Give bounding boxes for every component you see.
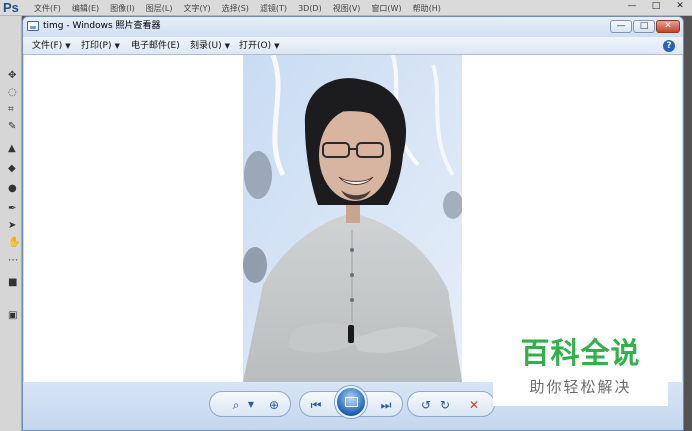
ps-close-button[interactable]: ✕ [668, 0, 692, 14]
maximize-button[interactable]: □ [633, 20, 655, 33]
menu-open[interactable]: 打开(O) ▼ [239, 40, 280, 52]
menu-open-label: 打开(O) [239, 41, 272, 51]
title-bar[interactable]: timg - Windows 照片查看器 — □ ✕ [23, 17, 683, 37]
zoom-icon[interactable]: ⌕ [228, 397, 244, 413]
chevron-down-icon: ▼ [114, 42, 120, 50]
quick-mask-icon[interactable]: ▣ [8, 311, 18, 321]
chevron-down-icon: ▼ [274, 42, 280, 50]
ps-menu-select[interactable]: 选择(S) [222, 4, 249, 14]
photoshop-toolbox: ✥ ◌ ⌗ ✎ ▲ ◆ ● ✒ ➤ ✋ ⋯ ■ ▣ [0, 16, 22, 431]
displayed-photo [243, 55, 462, 382]
chevron-down-icon: ▼ [65, 42, 71, 50]
photoshop-logo: Ps [3, 0, 19, 15]
ps-menu-filter[interactable]: 滤镜(T) [260, 4, 287, 14]
ps-menu-image[interactable]: 图像(I) [110, 4, 135, 14]
actual-size-icon[interactable]: ⊕ [266, 397, 282, 413]
slideshow-button[interactable] [335, 386, 367, 418]
next-icon[interactable]: ⏭ [378, 397, 394, 413]
menu-file[interactable]: 文件(F) ▼ [32, 40, 71, 52]
ps-menu-window[interactable]: 窗口(W) [371, 4, 401, 14]
hand-tool-icon[interactable]: ✋ [8, 238, 20, 248]
minimize-button[interactable]: — [610, 20, 632, 33]
menu-burn-label: 刻录(U) [190, 41, 222, 51]
brush-tool-icon[interactable]: ✎ [8, 122, 18, 132]
menu-print[interactable]: 打印(P) ▼ [81, 40, 120, 52]
stamp-tool-icon[interactable]: ▲ [8, 144, 18, 154]
select-tool-icon[interactable]: ➤ [8, 221, 18, 231]
zoom-controls: ⌕ ▼ ⊕ [209, 391, 291, 417]
window-controls: — □ ✕ [610, 20, 680, 33]
menu-print-label: 打印(P) [81, 41, 112, 51]
photo-viewer-app-icon [27, 21, 39, 31]
ps-menu-view[interactable]: 视图(V) [333, 4, 361, 14]
color-swatch-icon[interactable]: ■ [8, 278, 18, 288]
rotate-clockwise-icon[interactable]: ↻ [437, 397, 453, 413]
close-button[interactable]: ✕ [656, 20, 680, 33]
window-title: timg - Windows 照片查看器 [43, 21, 161, 31]
ps-menu-edit[interactable]: 编辑(E) [72, 4, 99, 14]
move-tool-icon[interactable]: ✥ [8, 71, 18, 81]
ps-menu-help[interactable]: 帮助(H) [413, 4, 441, 14]
drop-tool-icon[interactable]: ● [8, 184, 18, 194]
watermark-subtitle: 助你轻松解决 [529, 378, 632, 396]
zoom-dropdown-icon[interactable]: ▼ [243, 397, 259, 413]
menu-email[interactable]: 电子邮件(E) [131, 40, 180, 52]
menu-file-label: 文件(F) [32, 41, 63, 51]
slideshow-icon [345, 397, 358, 407]
lasso-tool-icon[interactable]: ◌ [8, 88, 18, 98]
edit-controls: ↺ ↻ ✕ [407, 391, 495, 417]
photoshop-menu: 文件(F) 编辑(E) 图像(I) 图层(L) 文字(Y) 选择(S) 滤镜(T… [34, 4, 594, 14]
photoshop-menubar: Ps 文件(F) 编辑(E) 图像(I) 图层(L) 文字(Y) 选择(S) 滤… [0, 0, 692, 16]
photoshop-window-controls: — □ ✕ [620, 0, 692, 14]
menu-burn[interactable]: 刻录(U) ▼ [190, 40, 230, 52]
ps-menu-file[interactable]: 文件(F) [34, 4, 61, 14]
ps-menu-3d[interactable]: 3D(D) [298, 4, 322, 14]
crop-tool-icon[interactable]: ⌗ [8, 105, 18, 115]
eraser-tool-icon[interactable]: ◆ [8, 164, 18, 174]
watermark-title: 百科全说 [520, 336, 641, 370]
help-icon[interactable]: ? [663, 40, 675, 52]
ps-menu-layer[interactable]: 图层(L) [146, 4, 173, 14]
pen-tool-icon[interactable]: ✒ [8, 204, 18, 214]
menu-email-label: 电子邮件(E) [131, 41, 180, 51]
viewer-menubar: 文件(F) ▼ 打印(P) ▼ 电子邮件(E) 刻录(U) ▼ 打开(O) ▼ ? [23, 37, 683, 55]
chevron-down-icon: ▼ [224, 42, 231, 50]
previous-icon[interactable]: ⏮ [308, 397, 324, 413]
ps-minimize-button[interactable]: — [620, 0, 644, 14]
delete-icon[interactable]: ✕ [466, 397, 482, 413]
rotate-counterclockwise-icon[interactable]: ↺ [418, 397, 434, 413]
more-tools-icon[interactable]: ⋯ [8, 256, 18, 266]
ps-menu-type[interactable]: 文字(Y) [183, 4, 210, 14]
baike-watermark: 百科全说 助你轻松解决 [493, 322, 668, 406]
ps-maximize-button[interactable]: □ [644, 0, 668, 14]
